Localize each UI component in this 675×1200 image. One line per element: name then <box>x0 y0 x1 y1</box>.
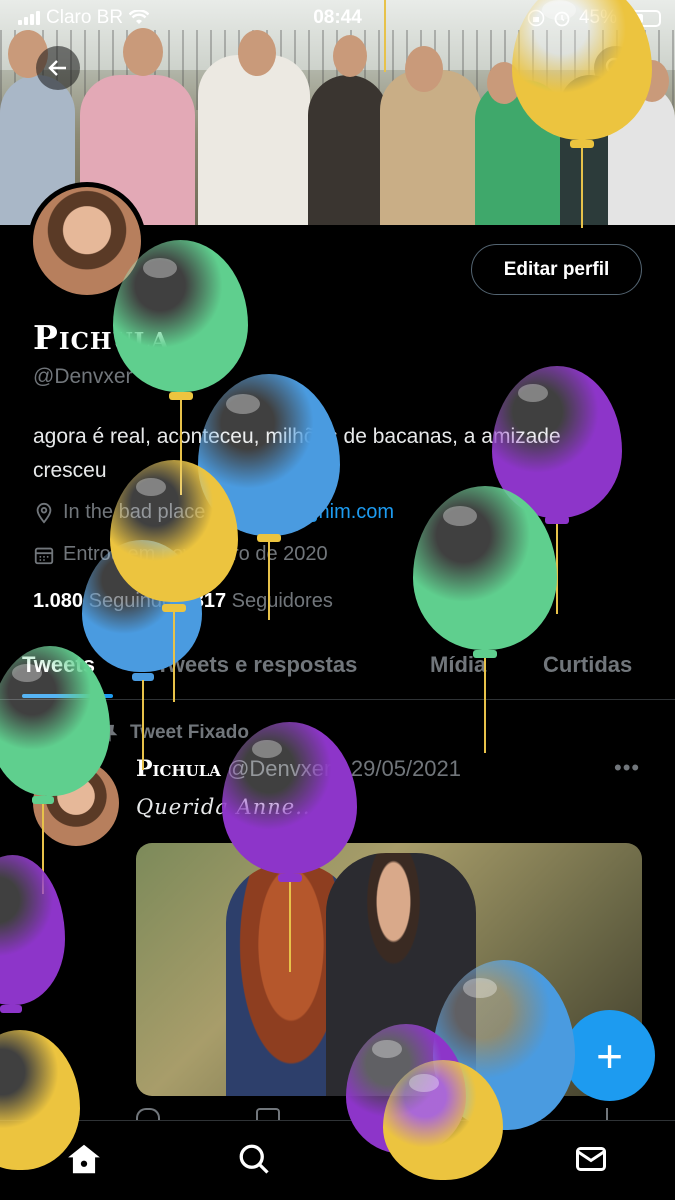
status-right: 45% <box>527 7 661 29</box>
header-person <box>380 70 482 225</box>
tweet-author-avatar[interactable] <box>33 760 119 846</box>
tab-media[interactable]: Mídia <box>430 652 486 678</box>
calendar-icon <box>34 547 54 564</box>
following-label: Seguindo <box>88 590 174 612</box>
bottom-nav <box>0 1120 675 1200</box>
profile-website-link[interactable]: meneghim.com <box>257 501 394 524</box>
arrow-left-icon <box>48 60 66 76</box>
search-icon <box>605 57 626 78</box>
header-person <box>198 55 310 225</box>
bell-icon <box>407 1145 439 1176</box>
search-button[interactable] <box>594 46 638 90</box>
tweet-separator: · <box>337 756 345 781</box>
tweet-text: Querida Anne... <box>136 795 319 819</box>
link-icon <box>230 504 246 521</box>
pin-icon <box>102 724 118 742</box>
nav-messages[interactable] <box>571 1139 611 1179</box>
battery-percent: 45% <box>578 7 617 28</box>
active-tab-indicator <box>22 694 113 698</box>
pinned-label: Tweet Fixado <box>130 722 249 743</box>
profile-meta-row: In the bad place meneghim.com <box>33 501 394 524</box>
back-button[interactable] <box>36 46 80 90</box>
mail-icon <box>576 1147 606 1171</box>
nav-home[interactable] <box>64 1139 104 1179</box>
profile-handle: @Denvxer <box>33 365 133 388</box>
compose-tweet-button[interactable]: + <box>564 1010 655 1101</box>
tweet-more-button[interactable]: ••• <box>614 755 640 781</box>
tab-likes[interactable]: Curtidas <box>543 652 632 678</box>
location-pin-icon <box>36 502 52 524</box>
status-bar: Claro BR 08:44 45% <box>0 0 675 36</box>
profile-avatar[interactable] <box>28 182 146 300</box>
header-person <box>308 75 388 225</box>
tab-tweets[interactable]: Tweets <box>22 652 95 678</box>
tweet-header: Pichula @Denvxer · 29/05/2021 <box>136 756 461 782</box>
header-person <box>475 80 565 225</box>
media-figure-man <box>326 853 476 1096</box>
nav-search[interactable] <box>234 1139 274 1179</box>
profile-joined-row: Entrou em novembro de 2020 <box>33 543 328 566</box>
profile-location: In the bad place <box>63 501 206 523</box>
pinned-label-row: Tweet Fixado <box>100 722 249 744</box>
followers-count: 817 <box>192 590 227 612</box>
search-icon <box>239 1144 269 1174</box>
battery-icon <box>625 9 661 27</box>
profile-bio: agora é real, aconteceu, milhões de baca… <box>33 425 561 482</box>
followers-label: Seguidores <box>231 590 333 612</box>
profile-joined: Entrou em novembro de 2020 <box>63 543 328 565</box>
tweet-author-name[interactable]: Pichula <box>136 756 221 782</box>
following-count: 1.080 <box>33 590 84 612</box>
tweet-date[interactable]: 29/05/2021 <box>351 756 461 781</box>
header-person <box>608 85 675 225</box>
tab-tweets-replies[interactable]: Tweets e respostas <box>156 652 357 678</box>
header-person-head <box>405 46 443 92</box>
profile-tabs: Tweets Tweets e respostas Mídia Curtidas <box>0 640 675 700</box>
alarm-icon <box>554 11 570 27</box>
header-person-head <box>238 30 276 76</box>
lock-rotation-icon <box>527 9 545 27</box>
edit-profile-button[interactable]: Editar perfil <box>471 244 642 295</box>
header-person-head <box>333 35 367 77</box>
header-person-head <box>487 62 521 104</box>
plus-icon: + <box>596 1029 623 1082</box>
follow-stats: 1.080 Seguindo 817 Seguidores <box>33 590 333 613</box>
home-icon <box>68 1144 100 1174</box>
tweet-author-handle: @Denvxer <box>227 756 332 781</box>
followers-link[interactable]: 817 Seguidores <box>193 590 333 612</box>
following-link[interactable]: 1.080 Seguindo <box>33 590 173 612</box>
nav-notifications[interactable] <box>403 1139 443 1179</box>
header-person-head <box>635 60 669 102</box>
profile-display-name: Pichula <box>33 318 170 357</box>
